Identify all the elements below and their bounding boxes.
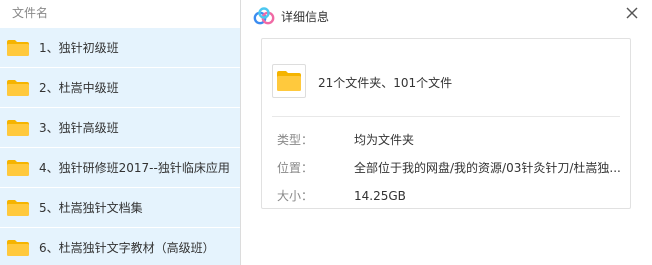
close-icon[interactable] [623, 4, 641, 22]
folder-icon [7, 79, 29, 96]
property-value[interactable]: 全部位于我的网盘/我的资源/03针灸针刀/杜嵩独... [354, 161, 621, 175]
property-label: 位置： [277, 161, 314, 175]
list-item[interactable]: 2、杜嵩中级班 [0, 68, 240, 108]
property-label: 大小： [277, 189, 314, 203]
folder-icon [7, 239, 29, 256]
property-type: 类型： 均为文件夹 [277, 131, 414, 148]
file-name: 3、独针高级班 [39, 121, 119, 135]
property-value: 均为文件夹 [354, 133, 415, 147]
folder-icon [7, 159, 29, 176]
selection-thumbnail [272, 64, 306, 98]
list-item[interactable]: 4、独针研修班2017--独针临床应用 [0, 148, 240, 188]
selection-summary: 21个文件夹、101个文件 [318, 76, 453, 90]
property-label: 类型： [277, 133, 314, 147]
panel-header: 详细信息 [241, 0, 651, 34]
file-rows: 1、独针初级班 2、杜嵩中级班 3、独针高级班 4、独针研修班2017--独针临… [0, 28, 240, 265]
folder-icon [7, 199, 29, 216]
property-value: 14.25GB [354, 189, 406, 203]
file-name: 6、杜嵩独针文字教材（高级班） [39, 241, 215, 255]
detail-card: 21个文件夹、101个文件 类型： 均为文件夹 位置： 全部位于我的网盘/我的资源/… [261, 38, 631, 209]
folder-icon [7, 39, 29, 56]
folder-icon [277, 71, 301, 91]
file-list: 文件名 1、独针初级班 2、杜嵩中级班 3、独针高级班 4、独针研修班2017-… [0, 0, 240, 265]
divider [272, 116, 620, 117]
list-item[interactable]: 1、独针初级班 [0, 28, 240, 68]
list-item[interactable]: 3、独针高级班 [0, 108, 240, 148]
property-location: 位置： 全部位于我的网盘/我的资源/03针灸针刀/杜嵩独... [277, 159, 621, 176]
detail-panel: 详细信息 21个文件夹、101个文件 类型： 均为文件夹 位置： 全部位于我的网盘/… [240, 0, 652, 265]
list-item[interactable]: 6、杜嵩独针文字教材（高级班） [0, 228, 240, 265]
file-name: 2、杜嵩中级班 [39, 81, 119, 95]
app-root: 文件名 1、独针初级班 2、杜嵩中级班 3、独针高级班 4、独针研修班2017-… [0, 0, 652, 265]
file-name: 1、独针初级班 [39, 41, 119, 55]
panel-title: 详细信息 [281, 10, 330, 24]
folder-icon [7, 119, 29, 136]
column-header-filename[interactable]: 文件名 [0, 0, 240, 26]
list-item[interactable]: 5、杜嵩独针文档集 [0, 188, 240, 228]
baidu-netdisk-logo-icon [253, 7, 275, 25]
file-name: 4、独针研修班2017--独针临床应用 [39, 161, 230, 175]
property-size: 大小： 14.25GB [277, 187, 406, 204]
file-name: 5、杜嵩独针文档集 [39, 201, 143, 215]
